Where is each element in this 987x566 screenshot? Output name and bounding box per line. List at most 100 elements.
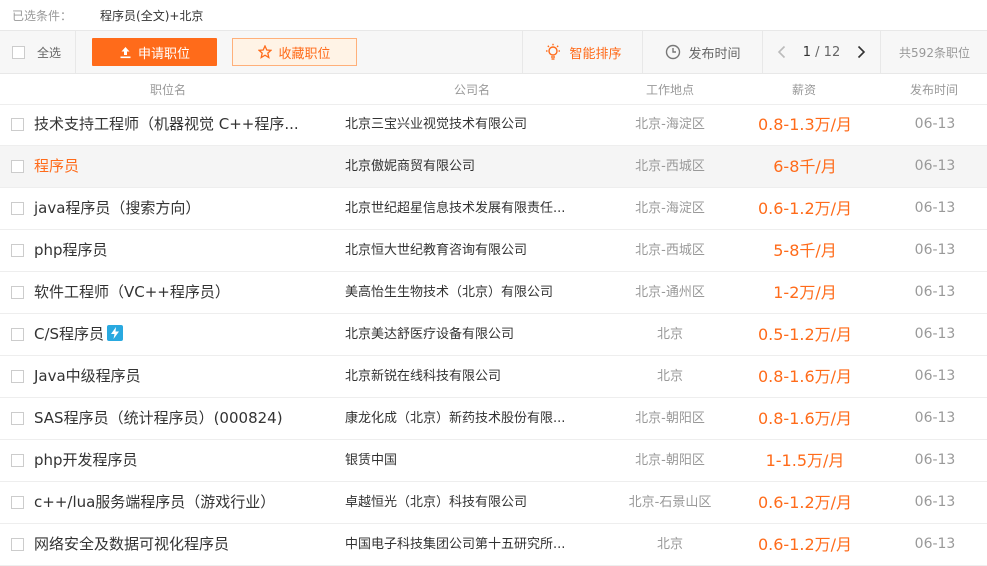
job-date: 06-13	[914, 116, 956, 132]
header-company: 公司名	[454, 83, 491, 97]
table-row[interactable]: c++/lua服务端程序员（游戏行业） 卓越恒光（北京）科技有限公司 北京-石景…	[0, 482, 987, 524]
job-title[interactable]: SAS程序员（统计程序员）(000824)	[34, 398, 283, 439]
row-checkbox[interactable]	[11, 286, 24, 299]
page-current: 1	[802, 44, 812, 60]
row-checkbox[interactable]	[11, 118, 24, 131]
job-list: 技术支持工程师（机器视觉 C++程序... 北京三宝兴业视觉技术有限公司 北京-…	[0, 104, 987, 566]
job-title[interactable]: c++/lua服务端程序员（游戏行业）	[34, 482, 275, 523]
job-salary: 1-1.5万/月	[765, 451, 845, 470]
select-all-checkbox[interactable]	[12, 45, 25, 59]
job-date: 06-13	[914, 326, 956, 342]
header-date: 发布时间	[910, 83, 959, 97]
row-checkbox[interactable]	[11, 244, 24, 257]
filter-value[interactable]: 程序员(全文)+北京	[100, 7, 203, 24]
company-name[interactable]: 北京世纪超星信息技术发展有限责任...	[345, 188, 565, 229]
job-date: 06-13	[914, 536, 956, 552]
row-checkbox[interactable]	[11, 454, 24, 467]
header-title: 职位名	[150, 83, 187, 97]
job-location: 北京-海淀区	[635, 201, 705, 216]
header-location: 工作地点	[646, 83, 695, 97]
row-checkbox[interactable]	[11, 412, 24, 425]
table-row[interactable]: 技术支持工程师（机器视觉 C++程序... 北京三宝兴业视觉技术有限公司 北京-…	[0, 104, 987, 146]
job-salary: 0.6-1.2万/月	[757, 199, 853, 218]
job-location: 北京-石景山区	[628, 495, 712, 510]
favorite-button[interactable]: 收藏职位	[232, 38, 357, 66]
company-name[interactable]: 北京恒大世纪教育咨询有限公司	[345, 230, 527, 271]
company-name[interactable]: 北京三宝兴业视觉技术有限公司	[345, 104, 527, 145]
company-name[interactable]: 北京美达舒医疗设备有限公司	[345, 314, 514, 355]
job-location: 北京	[656, 369, 683, 384]
job-location: 北京-通州区	[635, 285, 705, 300]
select-all-label: 全选	[37, 45, 62, 60]
job-title[interactable]: 网络安全及数据可视化程序员	[34, 524, 229, 565]
table-row[interactable]: 程序员 北京傲妮商贸有限公司 北京-西城区 6-8千/月 06-13	[0, 146, 987, 188]
job-salary: 0.8-1.6万/月	[757, 367, 853, 386]
job-location: 北京-朝阳区	[635, 411, 705, 426]
table-row[interactable]: java程序员（搜索方向） 北京世纪超星信息技术发展有限责任... 北京-海淀区…	[0, 188, 987, 230]
page-total: / 12	[815, 44, 841, 60]
job-date: 06-13	[914, 284, 956, 300]
sort-smart-label: 智能排序	[569, 46, 622, 62]
job-salary: 1-2万/月	[773, 283, 837, 302]
row-checkbox[interactable]	[11, 328, 24, 341]
favorite-label: 收藏职位	[278, 46, 331, 62]
table-row[interactable]: 软件工程师（VC++程序员） 美高怡生生物技术（北京）有限公司 北京-通州区 1…	[0, 272, 987, 314]
apply-button[interactable]: 申请职位	[92, 38, 217, 66]
toolbar: 全选 申请职位 收藏职位 智能排序 发布时间 1 / 12 共592条职位	[0, 30, 987, 74]
job-date: 06-13	[914, 158, 956, 174]
company-name[interactable]: 北京新锐在线科技有限公司	[345, 356, 501, 397]
job-title[interactable]: php程序员	[34, 230, 108, 271]
job-salary: 0.6-1.2万/月	[757, 493, 853, 512]
apply-label: 申请职位	[137, 46, 190, 62]
company-name[interactable]: 中国电子科技集团公司第十五研究所...	[345, 524, 565, 565]
job-salary: 5-8千/月	[773, 241, 837, 260]
filter-bar: 已选条件： 程序员(全文)+北京	[0, 0, 987, 30]
total-count: 共592条职位	[880, 31, 987, 73]
sort-time-button[interactable]: 发布时间	[642, 31, 763, 73]
job-title[interactable]: 软件工程师（VC++程序员）	[34, 272, 230, 313]
filter-label: 已选条件：	[12, 8, 73, 23]
job-date: 06-13	[914, 410, 956, 426]
job-title[interactable]: 程序员	[34, 146, 79, 187]
job-title[interactable]: C/S程序员	[34, 314, 124, 355]
table-row[interactable]: Java中级程序员 北京新锐在线科技有限公司 北京 0.8-1.6万/月 06-…	[0, 356, 987, 398]
row-checkbox[interactable]	[11, 496, 24, 509]
table-row[interactable]: php开发程序员 银赁中国 北京-朝阳区 1-1.5万/月 06-13	[0, 440, 987, 482]
company-name[interactable]: 美高怡生生物技术（北京）有限公司	[345, 272, 553, 313]
job-date: 06-13	[914, 368, 956, 384]
table-row[interactable]: php程序员 北京恒大世纪教育咨询有限公司 北京-西城区 5-8千/月 06-1…	[0, 230, 987, 272]
job-salary: 0.6-1.2万/月	[757, 535, 853, 554]
table-row[interactable]: C/S程序员 北京美达舒医疗设备有限公司 北京 0.5-1.2万/月 06-13	[0, 314, 987, 356]
company-name[interactable]: 卓越恒光（北京）科技有限公司	[345, 482, 527, 523]
lightbulb-icon	[546, 43, 561, 60]
job-title[interactable]: php开发程序员	[34, 440, 138, 481]
job-date: 06-13	[914, 200, 956, 216]
job-date: 06-13	[914, 242, 956, 258]
chevron-left-icon[interactable]	[777, 45, 787, 59]
chevron-right-icon[interactable]	[856, 45, 866, 59]
star-icon	[258, 45, 273, 59]
sort-time-label: 发布时间	[688, 46, 741, 62]
company-name[interactable]: 银赁中国	[345, 440, 397, 481]
job-title[interactable]: java程序员（搜索方向）	[34, 188, 200, 229]
job-date: 06-13	[914, 452, 956, 468]
upload-icon	[120, 46, 131, 58]
job-salary: 6-8千/月	[773, 157, 837, 176]
select-all[interactable]: 全选	[0, 31, 76, 73]
job-location: 北京-朝阳区	[635, 453, 705, 468]
table-header: 职位名 公司名 工作地点 薪资 发布时间	[0, 74, 987, 105]
company-name[interactable]: 康龙化成（北京）新药技术股份有限...	[345, 398, 565, 439]
job-location: 北京	[656, 537, 683, 552]
row-checkbox[interactable]	[11, 370, 24, 383]
company-name[interactable]: 北京傲妮商贸有限公司	[345, 146, 475, 187]
table-row[interactable]: 网络安全及数据可视化程序员 中国电子科技集团公司第十五研究所... 北京 0.6…	[0, 524, 987, 566]
job-salary: 0.8-1.6万/月	[757, 409, 853, 428]
job-title[interactable]: 技术支持工程师（机器视觉 C++程序...	[34, 104, 299, 145]
table-row[interactable]: SAS程序员（统计程序员）(000824) 康龙化成（北京）新药技术股份有限..…	[0, 398, 987, 440]
row-checkbox[interactable]	[11, 202, 24, 215]
job-title[interactable]: Java中级程序员	[34, 356, 141, 397]
row-checkbox[interactable]	[11, 160, 24, 173]
sort-smart-button[interactable]: 智能排序	[522, 31, 643, 73]
clock-icon	[666, 44, 681, 60]
job-location: 北京	[656, 327, 683, 342]
